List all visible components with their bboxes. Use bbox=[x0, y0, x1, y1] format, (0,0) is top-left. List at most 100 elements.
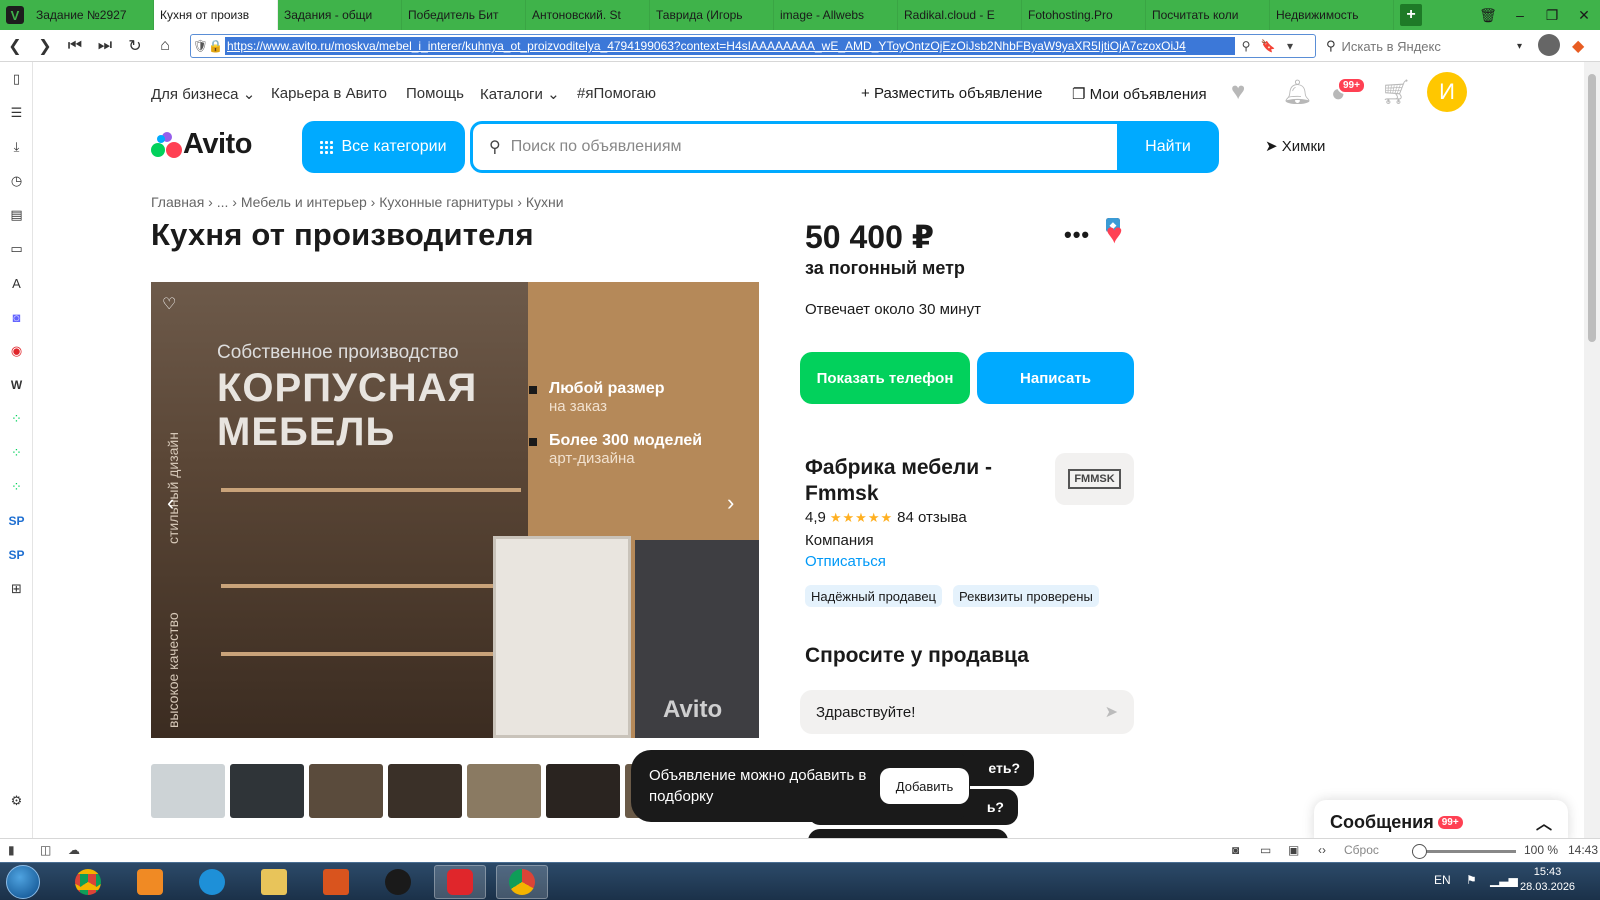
keyboard-language[interactable]: EN bbox=[1434, 873, 1451, 887]
photo-favorite-heart-icon[interactable]: ♡ bbox=[162, 294, 176, 314]
start-button[interactable] bbox=[6, 865, 40, 899]
show-phone-button[interactable]: Показать телефон bbox=[800, 352, 970, 404]
forward-button[interactable]: ❯ bbox=[30, 36, 60, 56]
favorite-heart-icon[interactable]: ♥ bbox=[1106, 218, 1123, 250]
sp-panel-icon-2[interactable]: SP bbox=[0, 538, 33, 572]
camera-icon[interactable]: ◙ bbox=[1232, 843, 1239, 857]
photo-prev-arrow-icon[interactable]: ‹ bbox=[167, 490, 174, 516]
taskbar-chrome-icon[interactable] bbox=[62, 865, 114, 899]
profile-avatar-icon[interactable] bbox=[1538, 34, 1560, 56]
more-options-icon[interactable]: ••• bbox=[1064, 222, 1090, 248]
yandex-search-field[interactable]: ⚲ Искать в Яндекс ▾ bbox=[1326, 34, 1522, 58]
wikipedia-icon[interactable]: W bbox=[0, 368, 33, 402]
permissions-icon[interactable]: ⚲ bbox=[1235, 39, 1257, 53]
browser-tab[interactable]: ◆ Недвижимость bbox=[1106, 0, 1394, 232]
image-toggle-icon[interactable]: ▣ bbox=[1288, 843, 1299, 857]
reload-button[interactable]: ↻ bbox=[120, 36, 150, 56]
taskbar-hp-icon[interactable] bbox=[372, 865, 424, 899]
favorites-heart-icon[interactable]: ♥ bbox=[1231, 78, 1245, 106]
all-categories-button[interactable]: Все категории bbox=[302, 121, 465, 173]
add-to-collection-button[interactable]: Добавить bbox=[880, 768, 969, 804]
photo-thumbnail[interactable] bbox=[546, 764, 620, 818]
rewind-button[interactable]: ⏮ bbox=[60, 37, 90, 55]
tray-flag-icon[interactable]: ⚑ bbox=[1466, 873, 1477, 887]
send-arrow-icon[interactable]: ➤ bbox=[1105, 702, 1118, 722]
browser-tab[interactable]: ◉image - Allwebs bbox=[774, 0, 1120, 232]
vivaldi-menu-button[interactable]: V bbox=[0, 0, 30, 30]
chevron-up-icon[interactable]: ︿ bbox=[1536, 810, 1552, 834]
sp-panel-icon-1[interactable]: SP bbox=[0, 504, 33, 538]
search-engine-dropdown-icon[interactable]: ▾ bbox=[1517, 41, 1522, 52]
code-icon[interactable]: ‹› bbox=[1318, 843, 1326, 857]
location-selector[interactable]: ➤ Химки bbox=[1265, 137, 1325, 155]
taskbar-office-icon[interactable] bbox=[310, 865, 362, 899]
panel-toggle-icon[interactable]: ▮ bbox=[8, 843, 15, 857]
photo-thumbnail[interactable] bbox=[230, 764, 304, 818]
shield-lock-icon[interactable]: 🛡🔒 bbox=[191, 39, 225, 53]
translate-icon[interactable]: A bbox=[0, 266, 33, 300]
settings-gear-icon[interactable]: ⚙ bbox=[0, 784, 33, 818]
fast-forward-button[interactable]: ⏭ bbox=[90, 37, 120, 55]
maximize-button[interactable]: ❐ bbox=[1536, 7, 1568, 24]
nav-career[interactable]: Карьера в Авито bbox=[271, 85, 387, 102]
taskbar-explorer-icon[interactable] bbox=[248, 865, 300, 899]
photo-thumbnail[interactable] bbox=[309, 764, 383, 818]
main-listing-photo[interactable]: Собственное производство КОРПУСНАЯ МЕБЕЛЬ… bbox=[151, 282, 759, 738]
url-field[interactable]: 🛡🔒 https://www.avito.ru/moskva/mebel_i_i… bbox=[190, 34, 1316, 58]
url-text[interactable]: https://www.avito.ru/moskva/mebel_i_inte… bbox=[225, 37, 1235, 55]
my-ads-link[interactable]: ❐ Мои объявления bbox=[1072, 85, 1207, 103]
taskbar-chrome-2-icon[interactable] bbox=[496, 865, 548, 899]
trash-icon[interactable]: 🗑 bbox=[1472, 7, 1504, 24]
avito-panel-icon-3[interactable]: ⁘ bbox=[0, 470, 33, 504]
bookmark-icon[interactable]: 🔖 bbox=[1257, 39, 1279, 53]
photo-next-arrow-icon[interactable]: › bbox=[727, 490, 734, 516]
bookmarks-panel-icon[interactable]: ▯ bbox=[0, 62, 33, 96]
browser-tab[interactable]: vkПобедитель Бит bbox=[402, 0, 1120, 232]
photo-thumbnail[interactable] bbox=[467, 764, 541, 818]
browser-tab[interactable]: PЗадание №2927 bbox=[30, 0, 1120, 232]
listing-search-input[interactable]: ⚲ Поиск по объявлениям bbox=[470, 121, 1119, 173]
write-message-button[interactable]: Написать bbox=[977, 352, 1134, 404]
page-actions-icon[interactable]: ▭ bbox=[1260, 843, 1271, 857]
add-panel-icon[interactable]: ⊞ bbox=[0, 572, 33, 606]
tray-network-icon[interactable]: ▁▃▅ bbox=[1490, 873, 1518, 887]
browser-tab[interactable]: ▢Антоновский. St bbox=[526, 0, 1120, 232]
nav-help[interactable]: Помощь bbox=[406, 85, 464, 102]
zoom-slider[interactable] bbox=[1412, 844, 1516, 859]
photo-thumbnail[interactable] bbox=[388, 764, 462, 818]
zoom-slider-handle[interactable] bbox=[1412, 844, 1427, 859]
seller-name[interactable]: Фабрика мебели - Fmmsk bbox=[805, 455, 1025, 507]
cloud-sync-icon[interactable]: ☁ bbox=[68, 843, 80, 857]
page-scrollbar[interactable] bbox=[1584, 62, 1600, 838]
taskbar-ie-icon[interactable] bbox=[186, 865, 238, 899]
user-avatar[interactable]: И bbox=[1427, 72, 1467, 112]
seller-message-input[interactable]: Здравствуйте! ➤ bbox=[800, 690, 1134, 734]
browser-tab[interactable]: FFotohosting.Pro bbox=[1022, 0, 1146, 232]
browser-tab[interactable]: RRadikal.cloud - E bbox=[898, 0, 1120, 232]
nav-ya-pomogayu[interactable]: #яПомогаю bbox=[577, 85, 656, 102]
taskbar-vivaldi-icon[interactable] bbox=[434, 865, 486, 899]
nav-catalogs[interactable]: Каталоги ⌄ bbox=[480, 85, 560, 103]
unsubscribe-link[interactable]: Отписаться bbox=[805, 553, 886, 570]
new-tab-button[interactable]: + bbox=[1400, 4, 1422, 26]
extension-fox-icon[interactable]: ◆ bbox=[1572, 36, 1584, 56]
zoom-reset-label[interactable]: Сброс bbox=[1344, 843, 1379, 857]
home-button[interactable]: ⌂ bbox=[150, 37, 180, 55]
history-icon[interactable]: ◷ bbox=[0, 164, 33, 198]
browser-tab[interactable]: ▪Таврида (Игорь bbox=[650, 0, 1120, 232]
scrollbar-thumb[interactable] bbox=[1588, 74, 1596, 342]
reading-list-icon[interactable]: ☰ bbox=[0, 96, 33, 130]
close-window-button[interactable]: ✕ bbox=[1568, 7, 1600, 24]
url-dropdown-icon[interactable]: ▾ bbox=[1279, 39, 1301, 53]
breadcrumb[interactable]: Главная › ... › Мебель и интерьер › Кухо… bbox=[151, 194, 564, 210]
browser-tab[interactable]: •Кухня от произв bbox=[154, 0, 1120, 232]
back-button[interactable]: ❮ bbox=[0, 36, 30, 56]
avito-logo[interactable]: Avito bbox=[151, 128, 252, 161]
browser-tab[interactable]: ●Посчитать коли bbox=[1106, 0, 1270, 232]
mastodon-icon[interactable]: ◙ bbox=[0, 300, 33, 334]
avito-panel-icon-1[interactable]: ⁘ bbox=[0, 402, 33, 436]
vivaldi-panel-icon[interactable]: ◉ bbox=[0, 334, 33, 368]
seller-rating[interactable]: 4,9 ★★★★★ 84 отзыва bbox=[805, 509, 967, 526]
seller-logo[interactable]: FMMSK bbox=[1055, 453, 1134, 505]
notes-icon[interactable]: ▤ bbox=[0, 198, 33, 232]
